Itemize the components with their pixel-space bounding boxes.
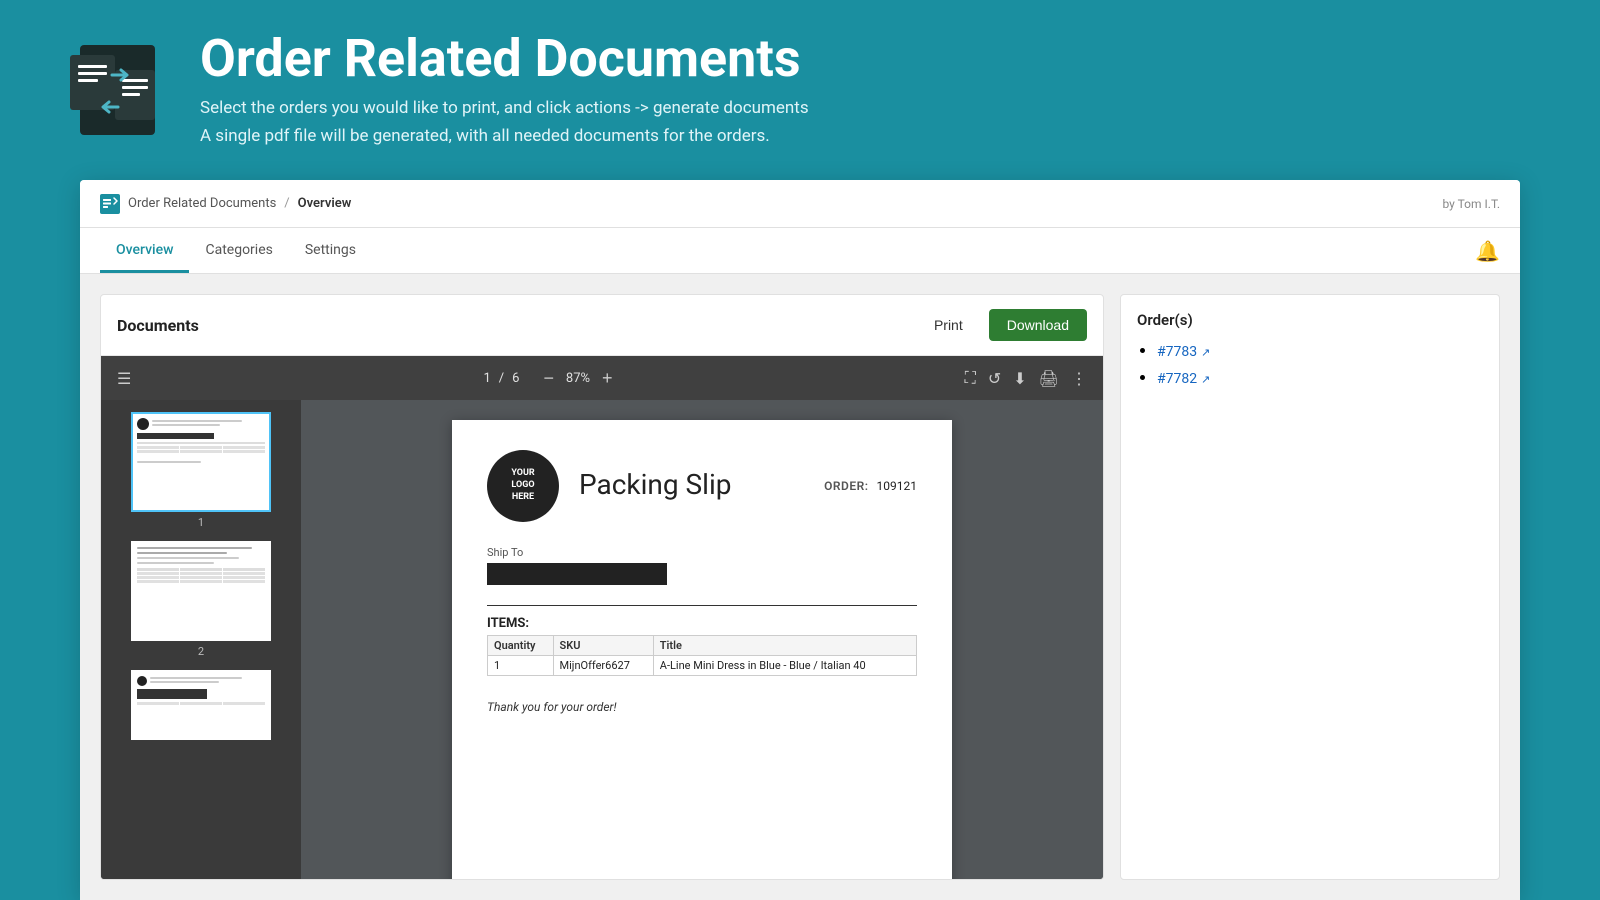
items-label: ITEMS: xyxy=(487,616,917,631)
pdf-toolbar-right: ⛶ ↺ ⬇ 🖨 ⋮ xyxy=(965,368,1087,388)
hero-title: Order Related Documents xyxy=(200,30,809,87)
rotate-icon[interactable]: ↺ xyxy=(988,369,1001,388)
divider-top xyxy=(487,605,917,606)
download-pdf-icon[interactable]: ⬇ xyxy=(1013,369,1026,388)
documents-header: Documents Print Download xyxy=(101,295,1103,356)
documents-panel: Documents Print Download ☰ 1 / 6 − xyxy=(100,294,1104,880)
list-item: #7782↗ xyxy=(1157,368,1483,387)
pdf-thumb-img-3[interactable] xyxy=(131,670,271,740)
download-button[interactable]: Download xyxy=(989,309,1087,341)
pdf-thumb-img-1[interactable] xyxy=(131,412,271,512)
hero-section: Order Related Documents Select the order… xyxy=(0,0,1600,180)
tab-settings[interactable]: Settings xyxy=(289,230,372,273)
tab-overview[interactable]: Overview xyxy=(100,230,189,273)
list-item: #7783↗ xyxy=(1157,341,1483,360)
col-sku: SKU xyxy=(553,636,653,656)
pdf-thumb-3[interactable] xyxy=(113,670,289,740)
app-header: Order Related Documents / Overview by To… xyxy=(80,180,1520,228)
table-cell: A-Line Mini Dress in Blue - Blue / Itali… xyxy=(653,656,916,676)
packing-slip-title: Packing Slip xyxy=(579,468,804,501)
items-table: Quantity SKU Title 1MijnOffer6627A-Line … xyxy=(487,635,917,676)
packing-slip-order: ORDER: 109121 xyxy=(824,479,917,493)
thumb-num-2: 2 xyxy=(198,645,204,658)
app-container: Order Related Documents / Overview by To… xyxy=(80,180,1520,900)
pdf-total-pages: 6 xyxy=(512,371,519,386)
pdf-zoom-info: − 87% + xyxy=(543,368,612,389)
nav-tabs: Overview Categories Settings 🔔 xyxy=(80,228,1520,274)
table-cell: 1 xyxy=(488,656,554,676)
table-header-row: Quantity SKU Title xyxy=(488,636,917,656)
hamburger-icon[interactable]: ☰ xyxy=(117,369,131,388)
app-small-icon xyxy=(100,194,120,214)
pdf-page-separator: / xyxy=(499,371,504,386)
packing-slip-logo: YOUR LOGO HERE xyxy=(487,450,559,522)
pdf-current-page: 1 xyxy=(483,371,490,386)
main-content: Documents Print Download ☰ 1 / 6 − xyxy=(80,274,1520,900)
pdf-page-view: YOUR LOGO HERE Packing Slip ORDER: xyxy=(301,400,1103,879)
orders-list: #7783↗ #7782↗ xyxy=(1137,341,1483,387)
breadcrumb-app-name: Order Related Documents xyxy=(128,196,276,211)
thumb-content-1 xyxy=(133,414,269,469)
hero-text: Order Related Documents Select the order… xyxy=(200,30,809,150)
print-button[interactable]: Print xyxy=(924,311,973,339)
by-label: by Tom I.T. xyxy=(1443,197,1501,211)
external-link-icon: ↗ xyxy=(1201,373,1210,386)
orders-panel: Order(s) #7783↗ #7782↗ xyxy=(1120,294,1500,880)
table-cell: MijnOffer6627 xyxy=(553,656,653,676)
pdf-thumbnails: 1 xyxy=(101,400,301,879)
pdf-viewer: ☰ 1 / 6 − 87% + ⛶ ↺ ⬇ xyxy=(101,356,1103,879)
external-link-icon: ↗ xyxy=(1201,346,1210,359)
ship-to-label: Ship To xyxy=(487,546,917,559)
col-quantity: Quantity xyxy=(488,636,554,656)
packing-slip-title-section: Packing Slip xyxy=(579,468,804,505)
tab-list: Overview Categories Settings xyxy=(100,230,372,272)
zoom-out-button[interactable]: − xyxy=(543,368,554,389)
breadcrumb-current: Overview xyxy=(298,196,352,211)
thank-you: Thank you for your order! xyxy=(487,700,917,714)
table-row: 1MijnOffer6627A-Line Mini Dress in Blue … xyxy=(488,656,917,676)
pdf-thumb-2[interactable]: 2 xyxy=(113,541,289,658)
pdf-content-area: 1 xyxy=(101,400,1103,879)
packing-slip-header: YOUR LOGO HERE Packing Slip ORDER: xyxy=(487,450,917,522)
bell-icon[interactable]: 🔔 xyxy=(1475,239,1500,263)
col-title: Title xyxy=(653,636,916,656)
print-pdf-icon[interactable]: 🖨 xyxy=(1039,369,1059,388)
order-label: ORDER: xyxy=(824,479,868,493)
hero-icon xyxy=(60,35,170,145)
pdf-page-doc: YOUR LOGO HERE Packing Slip ORDER: xyxy=(452,420,952,879)
orders-title: Order(s) xyxy=(1137,311,1483,329)
pdf-thumb-1[interactable]: 1 xyxy=(113,412,289,529)
pdf-thumb-img-2[interactable] xyxy=(131,541,271,641)
ship-to-bar xyxy=(487,563,667,585)
pdf-toolbar: ☰ 1 / 6 − 87% + ⛶ ↺ ⬇ xyxy=(101,356,1103,400)
fit-page-icon[interactable]: ⛶ xyxy=(965,368,976,388)
documents-actions: Print Download xyxy=(924,309,1087,341)
tab-categories[interactable]: Categories xyxy=(189,230,288,273)
zoom-value: 87% xyxy=(560,371,596,386)
thumb-num-1: 1 xyxy=(198,516,204,529)
more-options-icon[interactable]: ⋮ xyxy=(1071,369,1087,388)
order-value: 109121 xyxy=(877,479,917,493)
zoom-in-button[interactable]: + xyxy=(602,368,613,389)
breadcrumb-separator: / xyxy=(284,196,289,211)
order-7783[interactable]: #7783↗ xyxy=(1157,344,1210,360)
breadcrumb: Order Related Documents / Overview xyxy=(100,194,351,214)
pdf-page-info: 1 / 6 − 87% + xyxy=(483,368,612,389)
hero-description: Select the orders you would like to prin… xyxy=(200,95,809,149)
order-7782[interactable]: #7782↗ xyxy=(1157,371,1210,387)
documents-title: Documents xyxy=(117,316,199,335)
